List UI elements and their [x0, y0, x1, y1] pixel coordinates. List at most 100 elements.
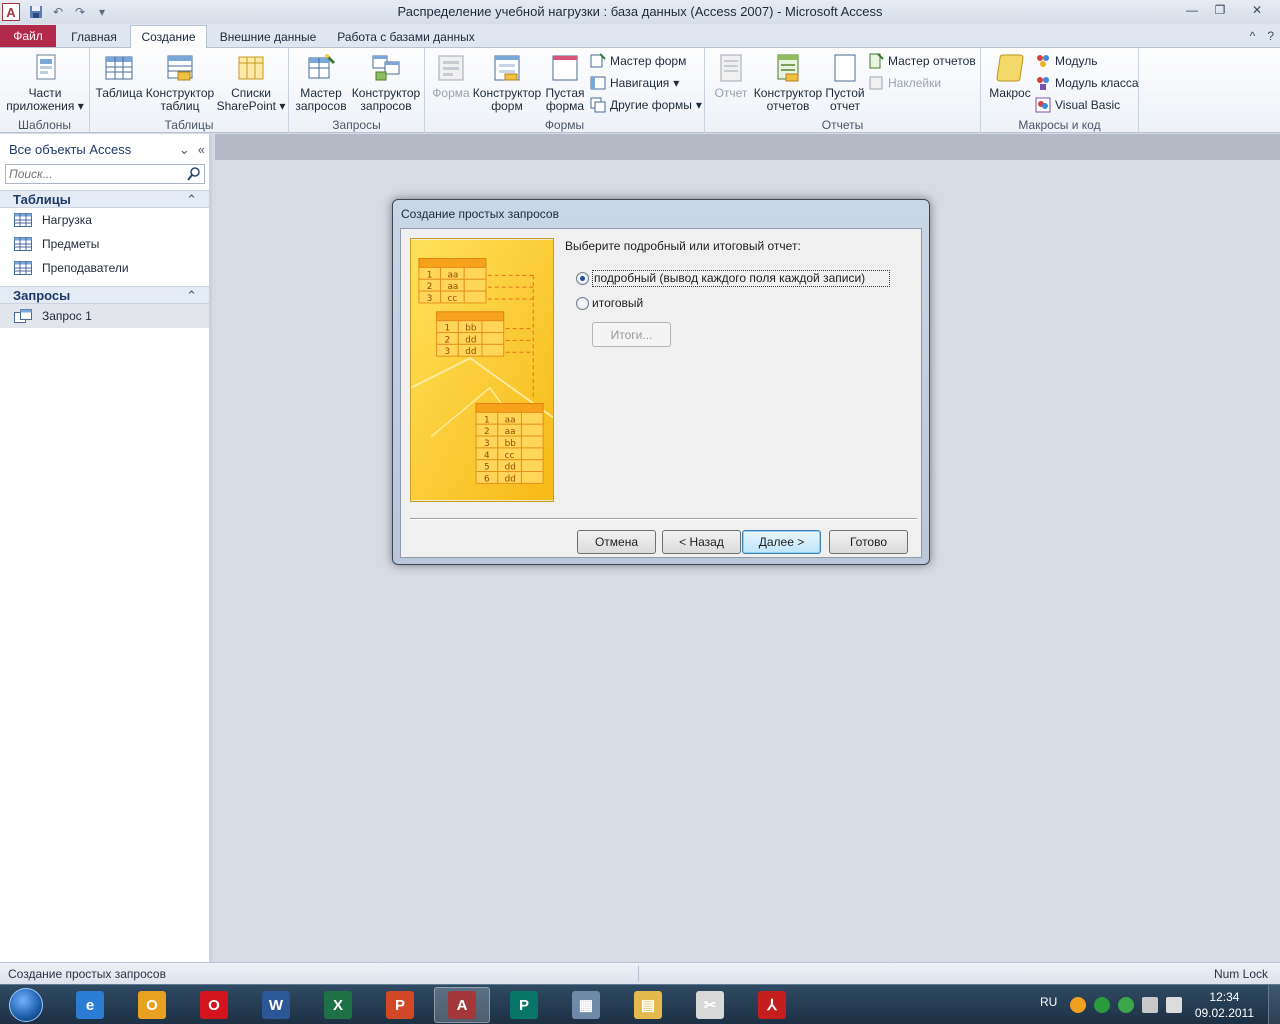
nav-item-table[interactable]: Нагрузка	[0, 208, 209, 232]
taskbar-app-powerpoint[interactable]: P	[372, 987, 428, 1023]
radio-detail[interactable]	[576, 272, 589, 285]
class-module-button[interactable]: Модуль класса	[1035, 75, 1139, 91]
cancel-button[interactable]: Отмена	[577, 530, 656, 554]
table-button[interactable]: Таблица	[94, 52, 144, 100]
form-button[interactable]: Форма	[429, 52, 473, 100]
navigation-button[interactable]: Навигация ▾	[590, 75, 679, 91]
language-indicator[interactable]: RU	[1040, 995, 1057, 1009]
nav-collapse-icon[interactable]: «	[198, 142, 205, 158]
taskbar-app-access[interactable]: A	[434, 987, 490, 1023]
illustration-table-top-cell	[463, 266, 487, 280]
restore-button[interactable]: ❐	[1206, 0, 1234, 20]
nav-item-table[interactable]: Предметы	[0, 232, 209, 256]
blank-report-button[interactable]: Пустой отчет	[823, 52, 867, 113]
table-design-button[interactable]: Конструктор таблиц	[146, 52, 214, 113]
nav-item-label: Запрос 1	[42, 309, 92, 323]
taskbar-app-publisher[interactable]: P	[496, 987, 552, 1023]
nav-header[interactable]: Все объекты Access ⌄ «	[0, 134, 209, 164]
nav-section-queries-title: Запросы	[13, 287, 71, 303]
access-app-icon[interactable]: A	[2, 3, 20, 21]
window-title: Распределение учебной нагрузки : база да…	[397, 4, 883, 19]
next-button[interactable]: Далее >	[742, 530, 821, 554]
form-design-button[interactable]: Конструктор форм	[473, 52, 541, 113]
nav-menu-chevron-icon[interactable]: ⌄	[179, 142, 190, 158]
taskbar-app-acrobat[interactable]: ⅄	[744, 987, 800, 1023]
labels-button[interactable]: Наклейки	[868, 75, 941, 91]
report-button[interactable]: Отчет	[709, 52, 753, 100]
form-wizard-button[interactable]: Мастер форм	[590, 53, 686, 69]
tab-database-tools[interactable]: Работа с базами данных	[330, 25, 482, 48]
nav-section-queries[interactable]: Запросы ⌃	[0, 286, 209, 304]
redo-icon[interactable]: ↷	[72, 4, 88, 20]
status-text: Создание простых запросов	[8, 967, 166, 981]
explorer-icon: ▤	[634, 991, 662, 1019]
minimize-ribbon-icon[interactable]: ^	[1250, 29, 1256, 43]
visual-basic-button[interactable]: Visual Basic	[1035, 97, 1120, 113]
finish-button[interactable]: Готово	[829, 530, 908, 554]
back-button[interactable]: < Назад	[662, 530, 741, 554]
macro-button[interactable]: Макрос	[985, 52, 1035, 100]
group-templates: Части приложения ▾ Шаблоны	[0, 48, 90, 133]
radio-summary[interactable]	[576, 296, 589, 310]
customize-qat-icon[interactable]: ▾	[94, 4, 110, 20]
table-icon	[14, 213, 32, 227]
help-icon[interactable]: ?	[1267, 29, 1274, 43]
form-icon	[438, 55, 464, 81]
taskbar-app-explorer[interactable]: ▤	[620, 987, 676, 1023]
radio-summary-row[interactable]: итоговый	[576, 296, 643, 310]
save-icon[interactable]	[28, 4, 44, 20]
form-label: Форма	[432, 86, 470, 100]
start-button[interactable]	[4, 986, 48, 1024]
collapse-queries-icon[interactable]: ⌃	[186, 288, 197, 304]
taskbar-app-internet-explorer[interactable]: e	[62, 987, 118, 1023]
nav-item-query[interactable]: Запрос 1	[0, 304, 209, 328]
acrobat-icon: ⅄	[758, 991, 786, 1019]
undo-icon[interactable]: ↶	[50, 4, 66, 20]
sharepoint-lists-button[interactable]: Списки SharePoint ▾	[216, 52, 286, 113]
publisher-icon: P	[510, 991, 538, 1019]
report-wizard-button[interactable]: Мастер отчетов	[868, 53, 976, 69]
totals-button[interactable]: Итоги...	[592, 322, 671, 347]
tab-home[interactable]: Главная	[60, 25, 128, 48]
group-tables: Таблица Конструктор таблиц Списки ShareP…	[90, 48, 289, 133]
windows-logo-icon	[9, 988, 43, 1022]
labels-icon	[869, 76, 883, 90]
document-tabs-strip	[215, 134, 1280, 160]
app-tray-icon[interactable]	[1118, 997, 1134, 1013]
nav-section-tables[interactable]: Таблицы ⌃	[0, 190, 209, 208]
tab-external-data[interactable]: Внешние данные	[210, 25, 326, 48]
illustration-table-mid-cell-text: dd	[465, 347, 476, 357]
group-macros-code: Макрос Модуль Модуль класса Visual Basic…	[981, 48, 1139, 133]
taskbar-app-excel[interactable]: X	[310, 987, 366, 1023]
minimize-button[interactable]: —	[1178, 0, 1206, 20]
query-wizard-button[interactable]: Мастер запросов	[293, 52, 349, 113]
taskbar-app-word[interactable]: W	[248, 987, 304, 1023]
more-forms-button[interactable]: Другие формы ▾	[590, 97, 702, 113]
taskbar-app-tools[interactable]: ✂	[682, 987, 738, 1023]
nav-search-input[interactable]	[6, 165, 189, 183]
clock[interactable]: 12:34 09.02.2011	[1195, 989, 1254, 1021]
update-icon[interactable]	[1070, 997, 1086, 1013]
tab-create[interactable]: Создание	[130, 25, 207, 48]
volume-icon[interactable]	[1166, 997, 1182, 1013]
illustration-table-result-cell	[520, 435, 544, 449]
security-icon[interactable]	[1094, 997, 1110, 1013]
report-design-button[interactable]: Конструктор отчетов	[753, 52, 823, 113]
network-icon[interactable]	[1142, 997, 1158, 1013]
collapse-tables-icon[interactable]: ⌃	[186, 192, 197, 208]
nav-header-buttons: ⌄ «	[179, 142, 205, 158]
taskbar-app-calculator[interactable]: ▦	[558, 987, 614, 1023]
nav-item-table[interactable]: Преподаватели	[0, 256, 209, 280]
show-desktop-button[interactable]	[1268, 985, 1280, 1024]
app-parts-button[interactable]: Части приложения ▾	[6, 52, 84, 113]
radio-detail-row[interactable]: подробный (вывод каждого поля каждой зап…	[576, 270, 891, 287]
close-button[interactable]: ✕	[1234, 0, 1280, 20]
taskbar-app-outlook[interactable]: O	[124, 987, 180, 1023]
blank-form-button[interactable]: Пустая форма	[543, 52, 587, 113]
query-design-button[interactable]: Конструктор запросов	[351, 52, 421, 113]
search-icon[interactable]	[186, 166, 202, 182]
taskbar: e O O W X P A P ▦ ▤ ✂ ⅄ RU 12:34 09.02.2011	[0, 984, 1280, 1024]
taskbar-app-opera[interactable]: O	[186, 987, 242, 1023]
module-button[interactable]: Модуль	[1035, 53, 1098, 69]
tab-file[interactable]: Файл	[0, 25, 56, 47]
